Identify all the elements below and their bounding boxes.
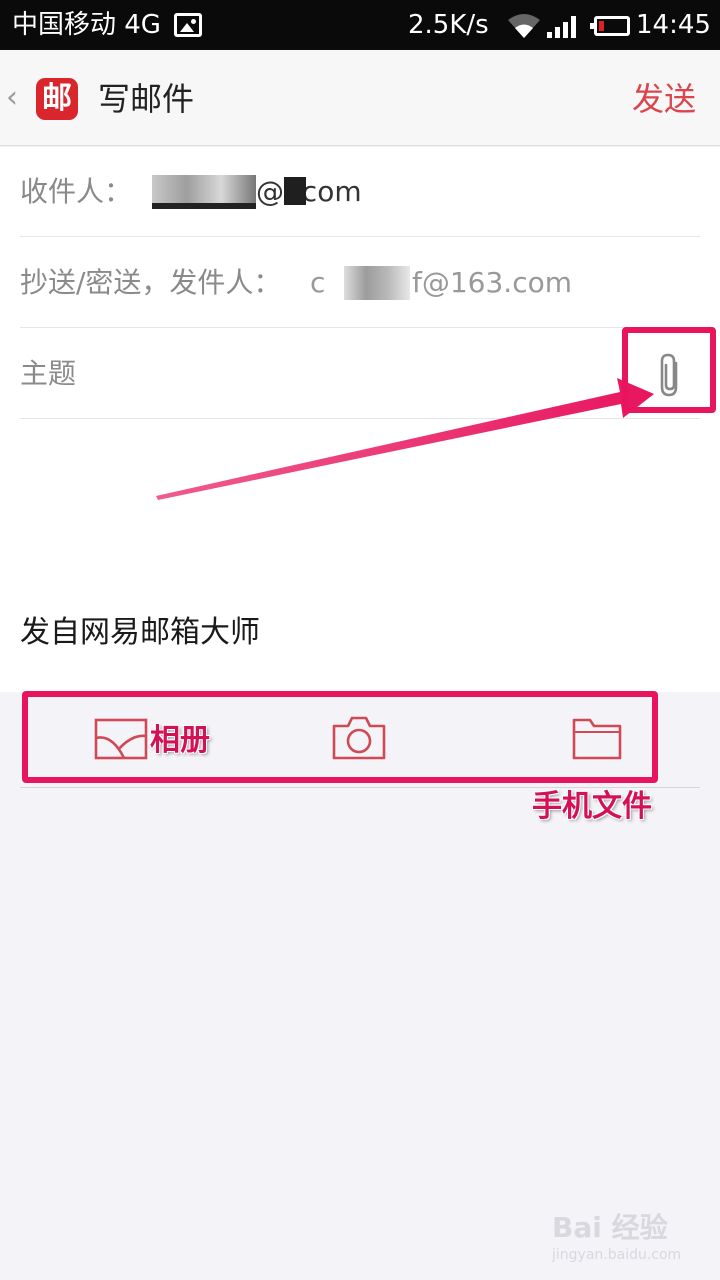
mail-app-logo: 邮 <box>36 78 78 120</box>
redacted-block <box>284 177 306 205</box>
recipient-value[interactable]: @ .com <box>256 173 362 211</box>
clock: 14:45 <box>636 10 711 40</box>
sender-prefix: c <box>310 266 326 299</box>
annotation-box-toolbar <box>22 691 658 783</box>
sender-value: f@163.com <box>412 266 573 299</box>
network-speed: 2.5K/s <box>408 10 489 40</box>
compose-form: 收件人： @ .com 抄送/密送，发件人： c f@163.com 主题 发自… <box>0 147 720 692</box>
annotation-files-label: 手机文件 <box>532 789 652 824</box>
page-title: 写邮件 <box>98 80 195 118</box>
redacted-block <box>344 266 410 300</box>
recipient-label: 收件人： <box>20 175 133 208</box>
subject-field[interactable]: 主题 <box>20 329 700 419</box>
wifi-icon <box>508 14 540 38</box>
watermark-url: jingyan.baidu.com <box>552 1247 682 1263</box>
watermark-logo: Bai 经验 <box>552 1211 668 1244</box>
recipient-field[interactable]: 收件人： @ .com <box>20 147 700 237</box>
battery-icon <box>590 16 630 36</box>
cc-bcc-label: 抄送/密送，发件人： <box>20 266 282 299</box>
app-header: ‹ 邮 写邮件 发送 <box>0 50 720 146</box>
annotation-album-label: 相册 <box>150 723 210 758</box>
back-icon[interactable]: ‹ <box>6 80 18 116</box>
send-button[interactable]: 发送 <box>632 78 696 120</box>
signature-text[interactable]: 发自网易邮箱大师 <box>20 613 260 653</box>
carrier-label: 中国移动 4G <box>12 10 161 40</box>
subject-placeholder: 主题 <box>20 357 77 390</box>
image-notification-icon <box>174 13 202 37</box>
annotation-box-attachment <box>622 327 716 413</box>
status-bar: 中国移动 4G 2.5K/s 14:45 <box>0 0 720 50</box>
redacted-block <box>152 175 256 209</box>
signal-icon <box>547 16 576 38</box>
cc-bcc-sender-field[interactable]: 抄送/密送，发件人： c f@163.com <box>20 238 700 328</box>
